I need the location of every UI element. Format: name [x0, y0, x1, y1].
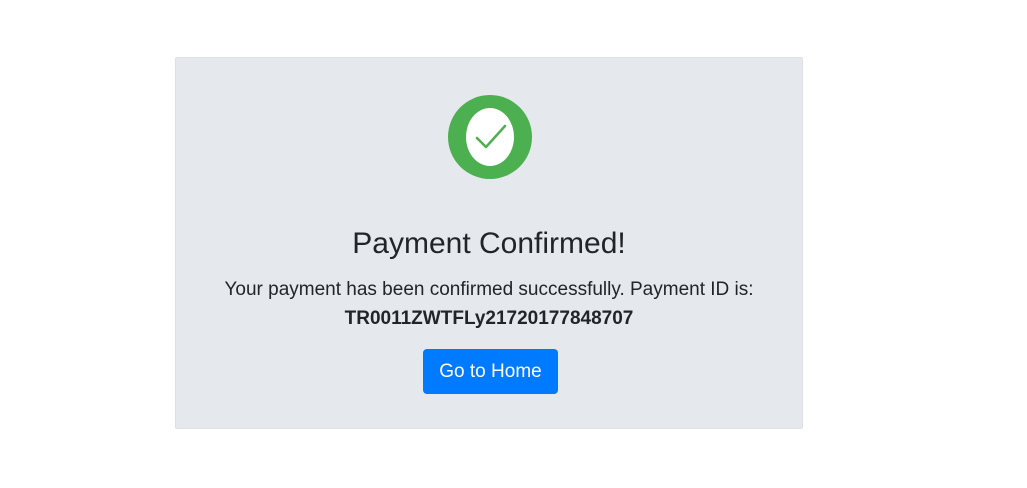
confirmation-card: Payment Confirmed! Your payment has been…	[175, 57, 803, 429]
confirmation-message: Your payment has been confirmed successf…	[176, 275, 802, 333]
page-title: Payment Confirmed!	[352, 227, 626, 260]
confirmation-text: Your payment has been confirmed successf…	[224, 279, 754, 300]
check-circle-icon	[448, 95, 532, 179]
go-to-home-button[interactable]: Go to Home	[423, 349, 558, 394]
payment-id: TR0011ZWTFLy21720177848707	[344, 308, 634, 329]
